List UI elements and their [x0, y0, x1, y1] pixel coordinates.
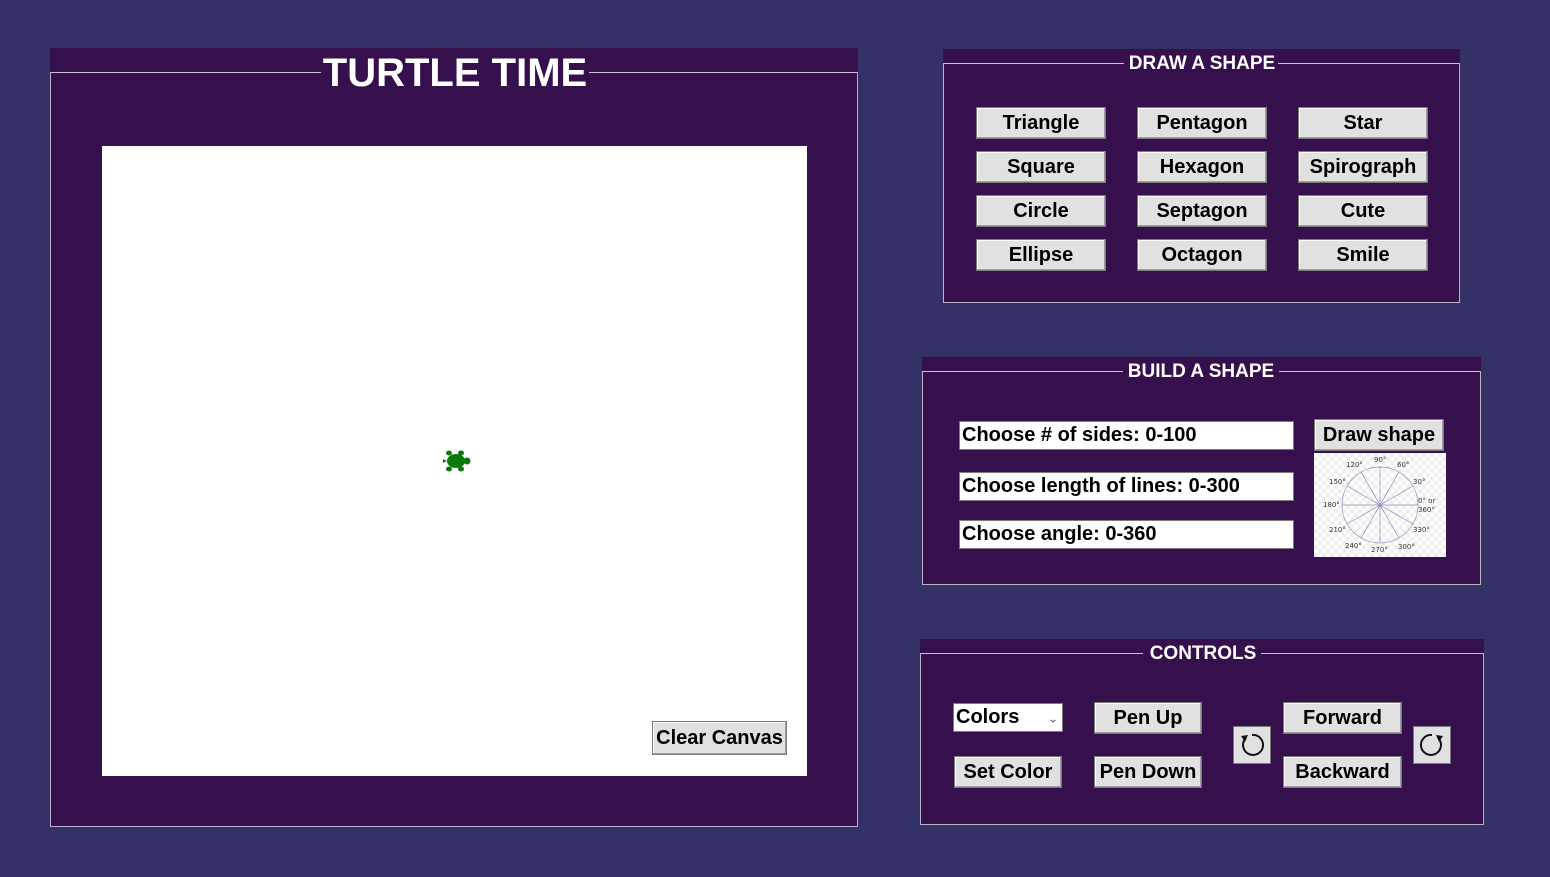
octagon-button[interactable]: Octagon	[1137, 239, 1267, 271]
backward-button[interactable]: Backward	[1283, 756, 1402, 788]
chevron-down-icon: ⌄	[1047, 711, 1058, 726]
colors-select-value: Colors	[956, 706, 1020, 728]
draw-shape-legend: DRAW A SHAPE	[1128, 53, 1276, 74]
angle-label-240: 240°	[1345, 542, 1362, 550]
star-button[interactable]: Star	[1298, 107, 1428, 139]
cute-button[interactable]: Cute	[1298, 195, 1428, 227]
build-shape-panel: BUILD A SHAPE Choose # of sides: 0-100 C…	[922, 357, 1481, 585]
rotate-left-button[interactable]	[1233, 726, 1271, 764]
angle-label-120: 120°	[1346, 461, 1363, 469]
angle-label-330: 330°	[1413, 526, 1430, 534]
angle-label-90: 90°	[1374, 456, 1386, 464]
pentagon-button[interactable]: Pentagon	[1137, 107, 1267, 139]
draw-shape-panel: DRAW A SHAPE Triangle Pentagon Star Squa…	[943, 49, 1460, 303]
angle-label-210: 210°	[1329, 526, 1346, 534]
square-button[interactable]: Square	[976, 151, 1106, 183]
turtle-icon	[443, 450, 471, 472]
angle-label-0: 0° or	[1418, 497, 1435, 505]
smile-button[interactable]: Smile	[1298, 239, 1428, 271]
ellipse-button[interactable]: Ellipse	[976, 239, 1106, 271]
controls-panel: CONTROLS Colors ⌄ Set Color Pen Up Pen D…	[920, 639, 1484, 825]
draw-shape-button[interactable]: Draw shape	[1314, 419, 1444, 451]
rotate-right-icon	[1420, 733, 1443, 756]
rotate-left-icon	[1241, 733, 1264, 756]
colors-select[interactable]: Colors ⌄	[953, 703, 1063, 732]
length-input[interactable]: Choose length of lines: 0-300	[959, 472, 1294, 501]
septagon-button[interactable]: Septagon	[1137, 195, 1267, 227]
angle-input[interactable]: Choose angle: 0-360	[959, 520, 1294, 549]
rotate-right-button[interactable]	[1413, 726, 1451, 764]
hexagon-button[interactable]: Hexagon	[1137, 151, 1267, 183]
pen-up-button[interactable]: Pen Up	[1094, 702, 1202, 734]
controls-legend: CONTROLS	[1149, 643, 1257, 664]
angle-label-30: 30°	[1413, 478, 1425, 486]
angle-label-60: 60°	[1397, 461, 1409, 469]
set-color-button[interactable]: Set Color	[954, 756, 1062, 788]
clear-canvas-button[interactable]: Clear Canvas	[652, 721, 787, 755]
angle-label-360: 360°	[1418, 506, 1435, 514]
page-title: TURTLE TIME	[322, 51, 588, 95]
angle-label-270: 270°	[1371, 546, 1388, 554]
angle-label-300: 300°	[1398, 543, 1415, 551]
angle-label-180: 180°	[1323, 501, 1340, 509]
circle-button[interactable]: Circle	[976, 195, 1106, 227]
triangle-button[interactable]: Triangle	[976, 107, 1106, 139]
forward-button[interactable]: Forward	[1283, 702, 1402, 734]
angle-label-150: 150°	[1329, 478, 1346, 486]
pen-down-button[interactable]: Pen Down	[1094, 756, 1202, 788]
angle-reference-image: 90° 60° 30° 0° or 360° 330° 300° 270° 24…	[1314, 453, 1446, 557]
build-shape-legend: BUILD A SHAPE	[1127, 361, 1275, 382]
sides-input[interactable]: Choose # of sides: 0-100	[959, 421, 1294, 450]
spirograph-button[interactable]: Spirograph	[1298, 151, 1428, 183]
drawing-canvas[interactable]: Clear Canvas	[102, 146, 807, 776]
turtle-panel: TURTLE TIME Clear Canvas	[50, 48, 858, 827]
